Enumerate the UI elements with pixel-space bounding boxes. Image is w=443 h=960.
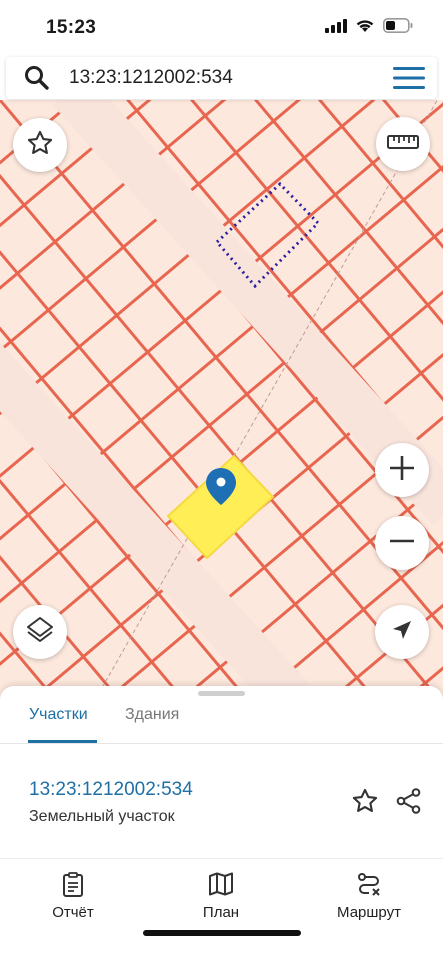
layers-icon (25, 615, 55, 650)
star-icon[interactable] (351, 787, 379, 820)
nav-report-label: Отчёт (52, 904, 94, 921)
status-time: 15:23 (46, 17, 97, 38)
nav-route[interactable]: Маршрут (314, 872, 424, 921)
star-icon (26, 129, 54, 162)
nav-report[interactable]: Отчёт (18, 872, 128, 921)
my-location-button[interactable] (375, 605, 429, 659)
ruler-icon (387, 132, 419, 157)
share-icon[interactable] (395, 787, 423, 820)
map-icon (166, 872, 276, 898)
nav-plan[interactable]: План (166, 872, 276, 921)
menu-icon[interactable] (393, 67, 425, 94)
parcel-type-label: Земельный участок (29, 808, 175, 825)
parcel-number-link[interactable]: 13:23:1212002:534 (29, 779, 193, 801)
nav-plan-label: План (202, 904, 240, 921)
status-bar: 15:23 (0, 0, 443, 56)
nav-route-label: Маршрут (337, 904, 401, 921)
zoom-out-button[interactable] (375, 516, 429, 570)
wifi-icon (355, 18, 375, 38)
ruler-button[interactable] (376, 117, 430, 171)
status-icons (325, 18, 413, 38)
search-icon[interactable] (24, 65, 50, 96)
navigation-arrow-icon (390, 618, 414, 647)
sheet-grabber[interactable] (198, 691, 245, 696)
cellular-signal-icon (325, 18, 347, 38)
layers-button[interactable] (13, 605, 67, 659)
divider (0, 743, 443, 744)
zoom-in-button[interactable] (375, 443, 429, 497)
bottom-sheet[interactable]: Участки Здания 13:23:1212002:534 Земельн… (0, 686, 443, 960)
search-bar[interactable]: 13:23:1212002:534 (6, 57, 437, 99)
report-icon (18, 872, 128, 898)
tab-parcels[interactable]: Участки (29, 706, 88, 724)
home-indicator (143, 930, 301, 936)
battery-icon (383, 18, 413, 38)
minus-icon (388, 527, 416, 560)
search-input[interactable]: 13:23:1212002:534 (69, 67, 233, 89)
divider (0, 858, 443, 859)
plus-icon (388, 454, 416, 487)
route-icon (314, 872, 424, 898)
favorites-button[interactable] (13, 118, 67, 172)
cadastral-map[interactable] (0, 100, 443, 700)
tab-buildings[interactable]: Здания (125, 706, 179, 724)
